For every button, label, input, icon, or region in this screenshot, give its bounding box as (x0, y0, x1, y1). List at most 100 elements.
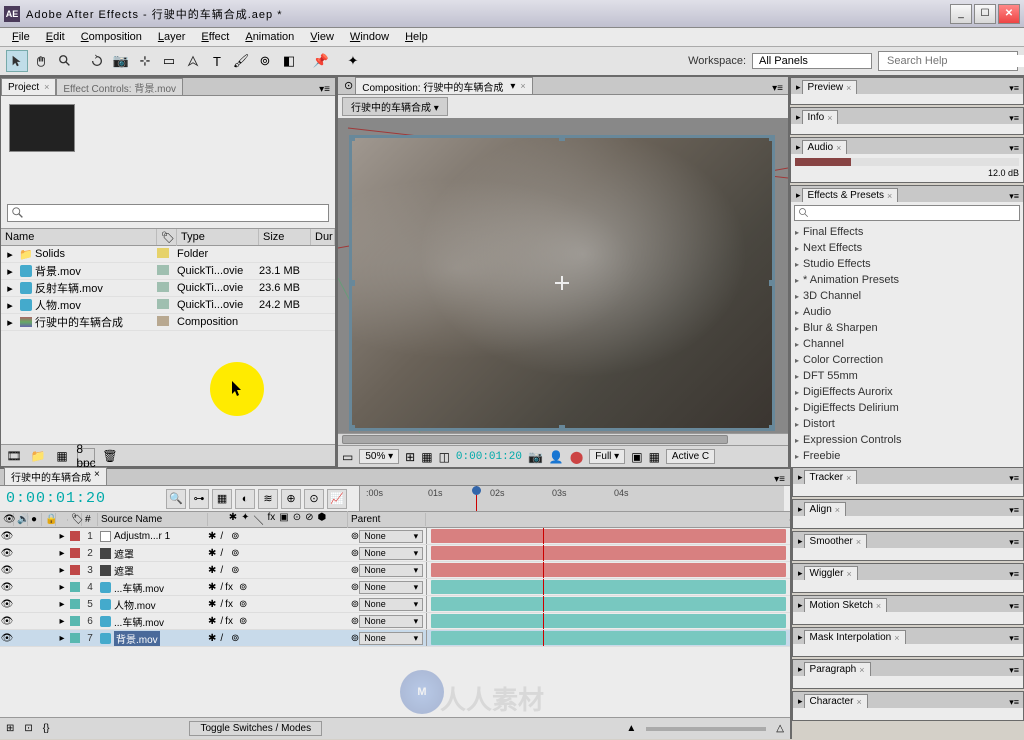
menu-animation[interactable]: Animation (237, 29, 302, 45)
zoom-slider-out-icon[interactable]: ▲ (626, 723, 636, 734)
parent-dropdown[interactable]: None▾ (359, 547, 423, 560)
timeline-layer[interactable]: 👁 ▸ 3 遮罩 ✱ / ⊚ ⊚ None▾ (0, 562, 790, 579)
maximize-button[interactable]: ☐ (974, 4, 996, 24)
twirl-icon[interactable]: ▸ (56, 599, 68, 610)
parent-dropdown[interactable]: None▾ (359, 581, 423, 594)
panel-tab-mask-interpolation[interactable]: Mask Interpolation× (804, 630, 906, 644)
layer-track[interactable] (426, 613, 790, 629)
label-swatch[interactable] (70, 531, 80, 541)
minimize-button[interactable]: _ (950, 4, 972, 24)
label-swatch[interactable] (70, 633, 80, 643)
project-tab[interactable]: Project× (1, 78, 56, 95)
label-swatch[interactable] (70, 548, 80, 558)
panel-menu-icon[interactable]: ▾≡ (767, 83, 788, 94)
project-search[interactable] (7, 204, 329, 222)
preset-category[interactable]: Color Correction (791, 352, 1023, 368)
brush-tool[interactable]: 🖌 (230, 50, 252, 72)
parent-dropdown[interactable]: None▾ (359, 564, 423, 577)
panel-tab-preview[interactable]: Preview× (802, 80, 858, 94)
timeline-timecode[interactable]: 0:00:01:20 (6, 490, 106, 507)
menu-effect[interactable]: Effect (193, 29, 237, 45)
magnification-icon[interactable]: ▭ (342, 450, 353, 464)
label-swatch[interactable] (70, 616, 80, 626)
zoom-slider-in-icon[interactable]: △ (776, 723, 784, 734)
current-time-indicator[interactable] (476, 486, 477, 511)
label-swatch[interactable] (70, 565, 80, 575)
menu-edit[interactable]: Edit (38, 29, 73, 45)
pickwhip-icon[interactable]: ⊚ (351, 616, 359, 627)
project-item[interactable]: ▸行驶中的车辆合成 Composition (1, 314, 335, 331)
tl-search-icon[interactable]: 🔍 (166, 489, 186, 509)
panel-menu-icon[interactable]: ▾≡ (769, 474, 790, 485)
comp-hscroll[interactable] (338, 433, 788, 445)
col-type[interactable]: Type (177, 229, 259, 245)
parent-dropdown[interactable]: None▾ (359, 632, 423, 645)
preset-category[interactable]: Audio (791, 304, 1023, 320)
col-video-icon[interactable]: 👁 (0, 513, 14, 526)
effects-search-input[interactable] (813, 208, 1016, 219)
type-tool[interactable]: T (206, 50, 228, 72)
col-name[interactable]: Name (1, 229, 157, 245)
active-camera-dropdown[interactable]: Active C (666, 449, 715, 464)
handle-tl[interactable] (349, 135, 355, 141)
pickwhip-icon[interactable]: ⊚ (351, 582, 359, 593)
close-icon[interactable]: × (44, 82, 49, 92)
col-label-icon[interactable]: 🏷 (68, 513, 82, 526)
show-channel-icon[interactable]: 👤 (549, 450, 564, 464)
resolution-dropdown[interactable]: Full ▾ (589, 449, 625, 464)
comp-mini-flowchart-icon[interactable]: ⊶ (189, 489, 209, 509)
bpc-button[interactable]: 8 bpc (77, 448, 95, 464)
pickwhip-icon[interactable]: ⊚ (351, 531, 359, 542)
project-item[interactable]: ▸人物.mov QuickTi...ovie24.2 MB (1, 297, 335, 314)
frame-blend-icon[interactable]: ◐ (235, 489, 255, 509)
menu-view[interactable]: View (302, 29, 342, 45)
video-toggle[interactable]: 👁 (0, 633, 14, 644)
pickwhip-icon[interactable]: ⊚ (351, 548, 359, 559)
preset-category[interactable]: Channel (791, 336, 1023, 352)
layer-source-name[interactable]: 遮罩 (98, 546, 208, 561)
menu-composition[interactable]: Composition (73, 29, 150, 45)
effects-search[interactable] (794, 205, 1020, 221)
brainstorm-icon[interactable]: ⊕ (281, 489, 301, 509)
panel-tab-paragraph[interactable]: Paragraph× (804, 662, 871, 676)
video-toggle[interactable]: 👁 (0, 582, 14, 593)
panel-menu-icon[interactable]: ▾≡ (1005, 665, 1023, 676)
panel-menu-icon[interactable]: ▾≡ (1005, 473, 1023, 484)
close-icon[interactable]: × (520, 81, 525, 91)
roi-icon[interactable]: ▣ (631, 450, 642, 464)
timeline-layer[interactable]: 👁 ▸ 4 ...车辆.mov ✱ /fx ⊚ ⊚ None▾ (0, 579, 790, 596)
interpret-footage-icon[interactable]: 🎞 (5, 448, 23, 464)
handle-tc[interactable] (559, 135, 565, 141)
color-mgmt-icon[interactable]: ⬤ (570, 450, 583, 464)
layer-track[interactable] (426, 630, 790, 646)
panel-menu-icon[interactable]: ▾≡ (1005, 143, 1023, 154)
label-swatch[interactable] (70, 599, 80, 609)
shape-tool[interactable]: ▭ (158, 50, 180, 72)
layer-source-name[interactable]: 背景.mov (98, 631, 208, 646)
layer-track[interactable] (426, 562, 790, 578)
twirl-icon[interactable]: ▸ (56, 548, 68, 559)
handle-br[interactable] (769, 425, 775, 431)
panel-menu-icon[interactable]: ▾≡ (1005, 537, 1023, 548)
flowchart-dropdown[interactable]: 行驶中的车辆合成 ▾ (342, 97, 448, 116)
tl-expand-icon[interactable]: ⊞ (6, 723, 14, 734)
camera-tool[interactable]: 📷 (110, 50, 132, 72)
twirl-icon[interactable]: ▸ (56, 565, 68, 576)
preset-category[interactable]: DFT 55mm (791, 368, 1023, 384)
panel-tab-wiggler[interactable]: Wiggler× (804, 566, 858, 580)
parent-dropdown[interactable]: None▾ (359, 615, 423, 628)
panel-tab-character[interactable]: Character× (804, 694, 868, 708)
draft-3d-icon[interactable]: ▦ (212, 489, 232, 509)
layer-source-name[interactable]: ...车辆.mov (98, 614, 208, 629)
video-toggle[interactable]: 👁 (0, 616, 14, 627)
preset-category[interactable]: Final Effects (791, 224, 1023, 240)
new-comp-icon[interactable]: ▦ (53, 448, 71, 464)
col-size[interactable]: Size (259, 229, 311, 245)
panel-tab-audio[interactable]: Audio× (802, 140, 848, 154)
col-solo-icon[interactable]: ● (28, 513, 42, 526)
layer-source-name[interactable]: ...车辆.mov (98, 580, 208, 595)
video-toggle[interactable]: 👁 (0, 599, 14, 610)
layer-track[interactable] (426, 528, 790, 544)
layer-source-name[interactable]: 人物.mov (98, 597, 208, 612)
timeline-layer[interactable]: 👁 ▸ 5 人物.mov ✱ /fx ⊚ ⊚ None▾ (0, 596, 790, 613)
